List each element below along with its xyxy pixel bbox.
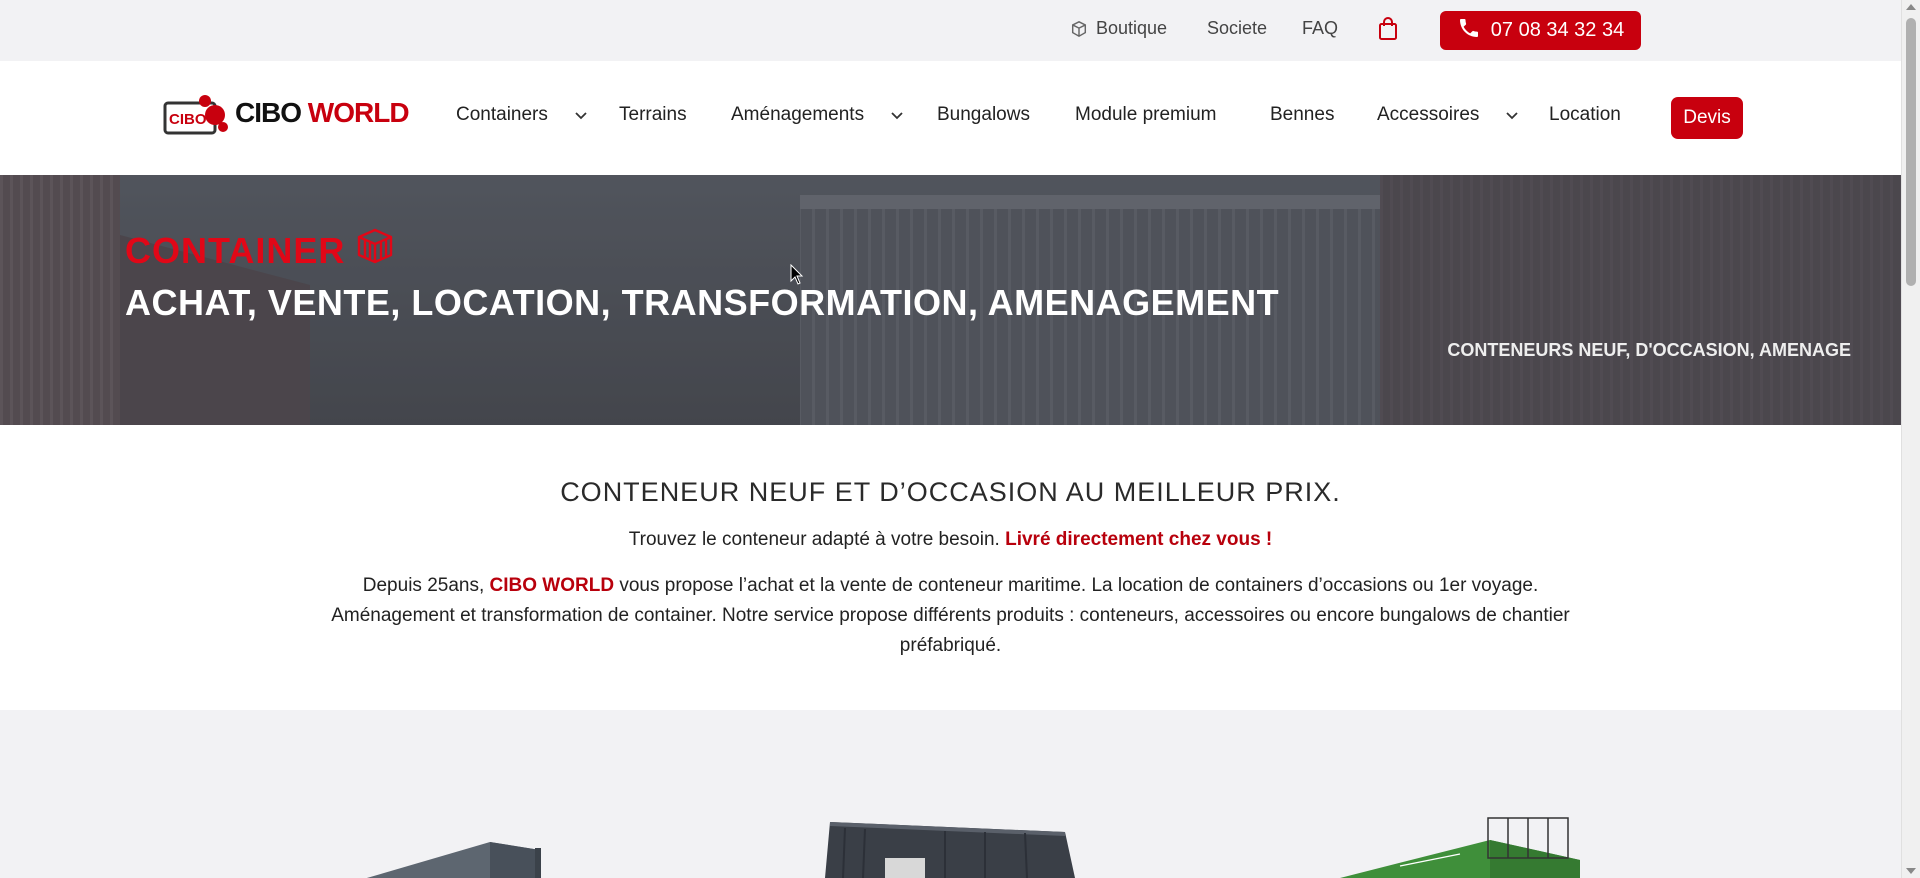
product-image-container-side[interactable] — [340, 820, 560, 878]
intro-tagline: Trouvez le conteneur adapté à votre beso… — [628, 529, 1273, 550]
top-utility-bar: Boutique Societe FAQ 07 08 34 32 34 — [0, 0, 1901, 61]
site-logo[interactable]: CIBO CIBO WORLD — [163, 93, 410, 135]
hero-subtitle: ACHAT, VENTE, LOCATION, TRANSFORMATION, … — [125, 282, 1280, 323]
nav-item-bennes[interactable]: Bennes — [1270, 104, 1334, 126]
hero-tagline: CONTENEURS NEUF, D'OCCASION, AMENAGE — [1447, 340, 1851, 360]
nav-item-accessoires[interactable]: Accessoires — [1377, 104, 1519, 126]
main-navigation: CIBO CIBO WORLD Containers Terrains Amén… — [0, 61, 1901, 175]
hero-title: CONTAINER — [125, 227, 395, 274]
societe-link[interactable]: Societe — [1207, 18, 1267, 39]
scroll-thumb[interactable] — [1906, 18, 1916, 286]
nav-item-amenagements[interactable]: Aménagements — [731, 104, 904, 126]
product-image-container-front[interactable] — [825, 814, 1075, 878]
phone-icon — [1457, 16, 1481, 46]
logo-badge-text: CIBO — [169, 111, 207, 128]
devis-button[interactable]: Devis — [1671, 97, 1743, 139]
container-box-icon — [355, 227, 395, 274]
logo-wordmark: CIBO WORLD — [235, 97, 410, 128]
boutique-label: Boutique — [1096, 18, 1168, 38]
phone-number: 07 08 34 32 34 — [1490, 19, 1625, 41]
chevron-down-icon — [1506, 112, 1519, 120]
mouse-cursor-icon — [790, 264, 804, 285]
nav-item-containers[interactable]: Containers — [456, 104, 588, 126]
scroll-up-arrow-icon[interactable] — [1906, 4, 1916, 10]
cart-button[interactable] — [1377, 17, 1399, 41]
products-section — [0, 710, 1901, 878]
page: Boutique Societe FAQ 07 08 34 32 34 CIBO… — [0, 0, 1901, 878]
faq-link[interactable]: FAQ — [1302, 18, 1338, 39]
chevron-down-icon — [575, 112, 587, 120]
nav-item-module-premium[interactable]: Module premium — [1075, 104, 1217, 126]
intro-paragraph: Depuis 25ans, CIBO WORLD vous propose l’… — [331, 575, 1570, 656]
logo-badge: CIBO — [163, 93, 229, 135]
shopping-bag-icon — [1377, 17, 1399, 41]
page-scrollbar[interactable] — [1901, 0, 1920, 878]
nav-item-terrains[interactable]: Terrains — [619, 104, 687, 126]
box-icon — [1070, 20, 1088, 38]
nav-item-location[interactable]: Location — [1549, 104, 1621, 126]
chevron-down-icon — [891, 112, 903, 120]
boutique-link[interactable]: Boutique — [1070, 18, 1167, 39]
product-image-sport-terrain[interactable] — [1340, 810, 1580, 878]
phone-button[interactable]: 07 08 34 32 34 — [1440, 11, 1641, 50]
intro-heading: CONTENEUR NEUF ET D’OCCASION AU MEILLEUR… — [560, 477, 1341, 507]
scroll-down-arrow-icon[interactable] — [1906, 868, 1916, 874]
hero-banner: CONTAINER ACHAT, VENTE, LOCATION, TRANSF… — [0, 175, 1901, 425]
intro-section: CONTENEUR NEUF ET D’OCCASION AU MEILLEUR… — [0, 425, 1901, 710]
nav-item-bungalows[interactable]: Bungalows — [937, 104, 1030, 126]
